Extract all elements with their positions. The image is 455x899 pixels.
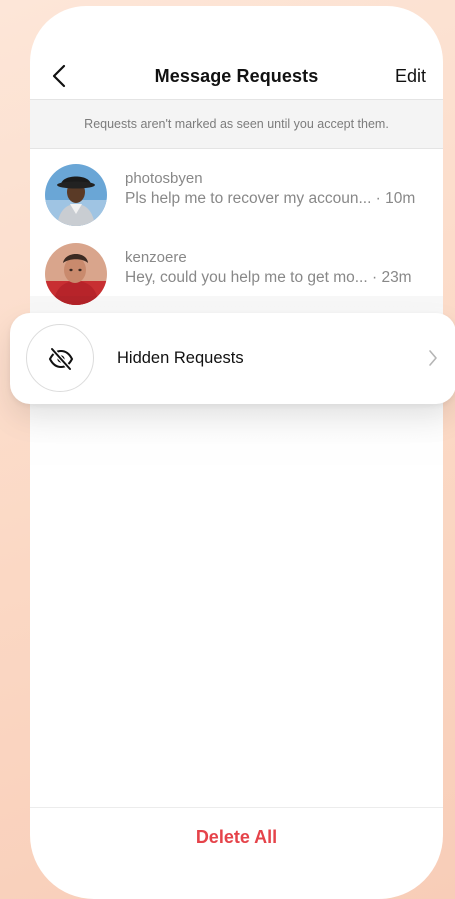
chevron-right-icon — [429, 350, 437, 366]
request-username: photosbyen — [125, 170, 203, 187]
page-title: Message Requests — [154, 66, 319, 86]
phone-screen: Message Requests Edit Requests aren't ma… — [30, 6, 443, 899]
request-username: kenzoere — [125, 249, 187, 266]
requests-notice: Requests aren't marked as seen until you… — [30, 99, 443, 149]
hidden-requests-icon-circle — [26, 324, 94, 392]
request-row[interactable]: photosbyen Pls help me to recover my acc… — [30, 156, 443, 228]
request-preview: Pls help me to recover my accoun... · 10… — [125, 190, 416, 207]
header: Message Requests Edit — [30, 46, 443, 104]
hidden-requests-label: Hidden Requests — [117, 349, 244, 367]
eye-off-icon — [48, 347, 74, 371]
footer-bar: Delete All — [30, 807, 443, 868]
delete-all-button[interactable]: Delete All — [30, 827, 443, 848]
edit-button[interactable]: Edit — [395, 66, 426, 87]
avatar[interactable] — [45, 164, 107, 226]
hidden-requests-card[interactable]: Hidden Requests — [10, 313, 455, 404]
request-preview: Hey, could you help me to get mo... · 23… — [125, 269, 412, 286]
